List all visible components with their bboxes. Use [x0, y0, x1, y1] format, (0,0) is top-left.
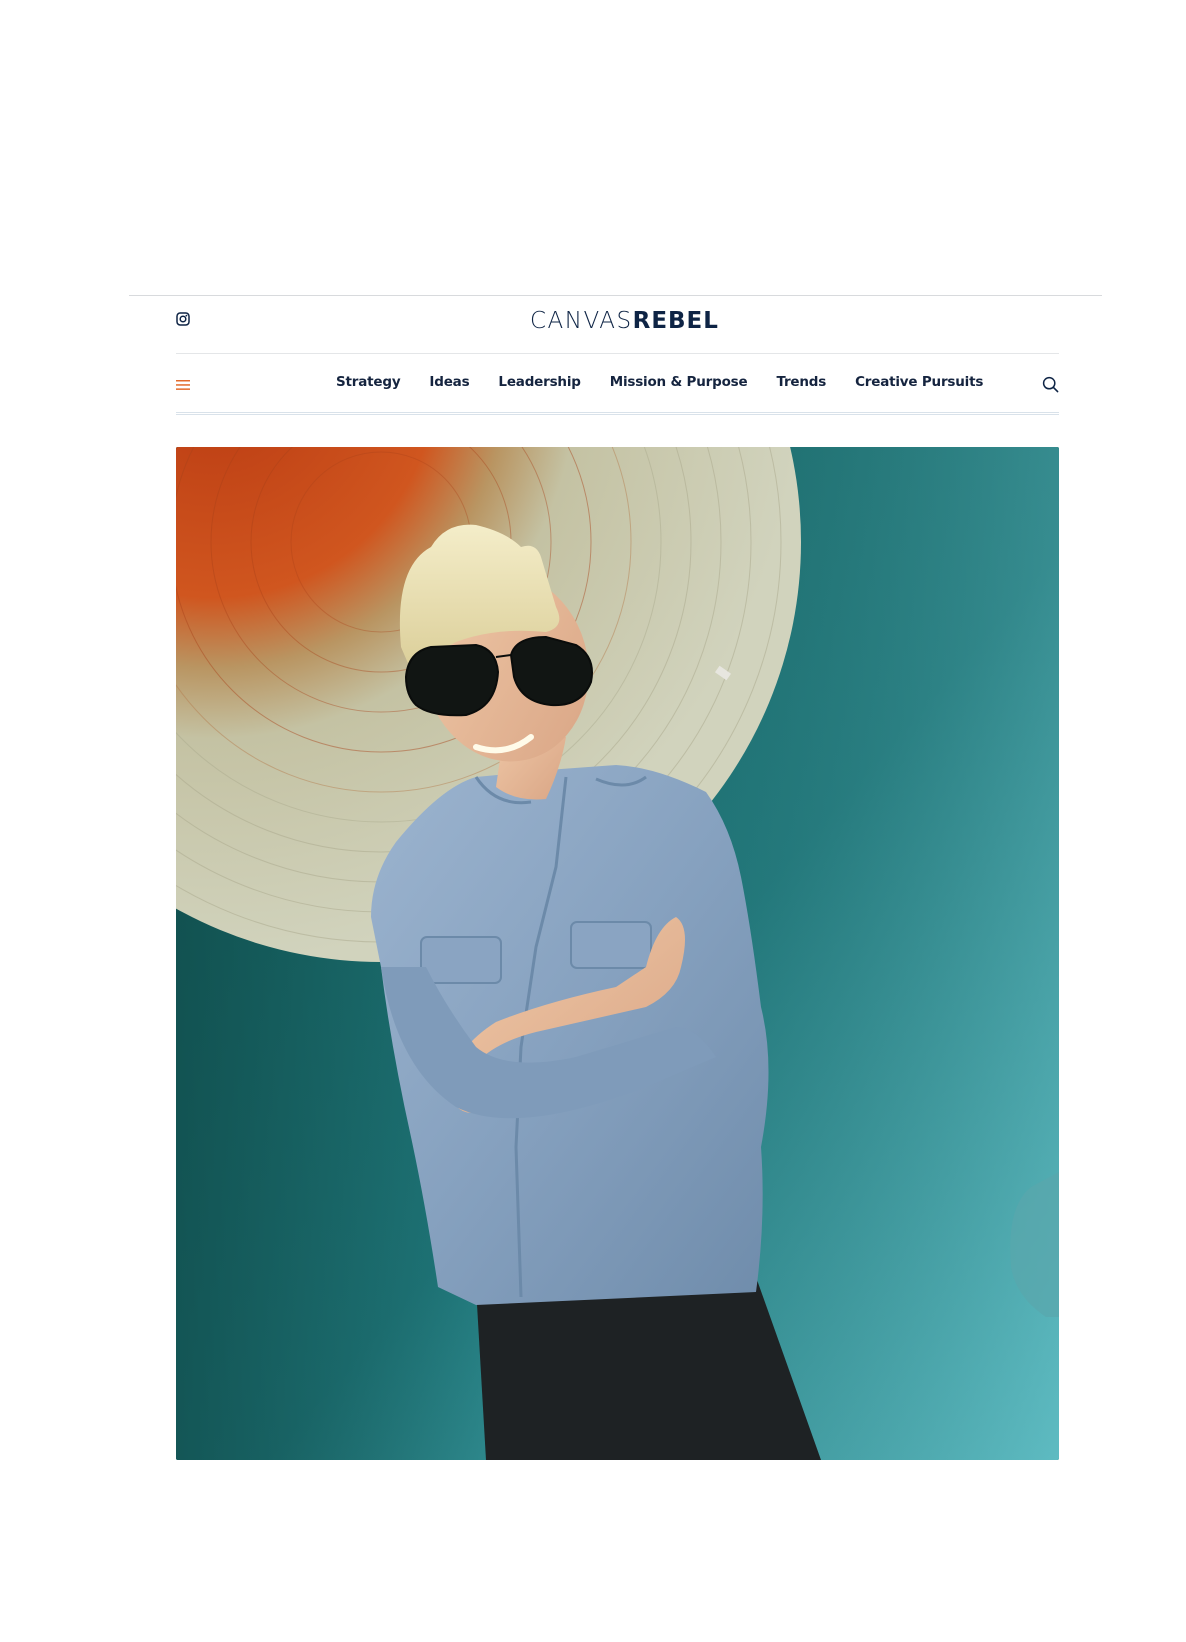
hamburger-menu-icon [176, 380, 190, 390]
logo-text-bold: REBEL [632, 308, 719, 334]
nav-item-creative-pursuits[interactable]: Creative Pursuits [855, 374, 983, 390]
nav-item-strategy[interactable]: Strategy [336, 374, 401, 390]
site-logo[interactable]: CANVAS REBEL [530, 304, 718, 338]
instagram-icon [176, 312, 190, 326]
search-icon [1042, 376, 1059, 393]
featured-image [176, 447, 1059, 1460]
logo-text-light: CANVAS [530, 308, 633, 334]
brand-bar: CANVAS REBEL [176, 296, 1059, 354]
search-button[interactable] [1042, 376, 1059, 393]
instagram-link[interactable] [176, 312, 190, 326]
portrait-photo [176, 447, 1059, 1460]
nav-item-mission-purpose[interactable]: Mission & Purpose [610, 374, 748, 390]
hamburger-menu-button[interactable] [176, 378, 190, 390]
nav-item-ideas[interactable]: Ideas [429, 374, 469, 390]
main-navigation: Strategy Ideas Leadership Mission & Purp… [176, 355, 1059, 415]
nav-item-leadership[interactable]: Leadership [498, 374, 580, 390]
nav-menu: Strategy Ideas Leadership Mission & Purp… [336, 374, 983, 390]
page: CANVAS REBEL Strategy Ideas Leadership Mi… [0, 0, 1186, 1642]
nav-item-trends[interactable]: Trends [776, 374, 826, 390]
